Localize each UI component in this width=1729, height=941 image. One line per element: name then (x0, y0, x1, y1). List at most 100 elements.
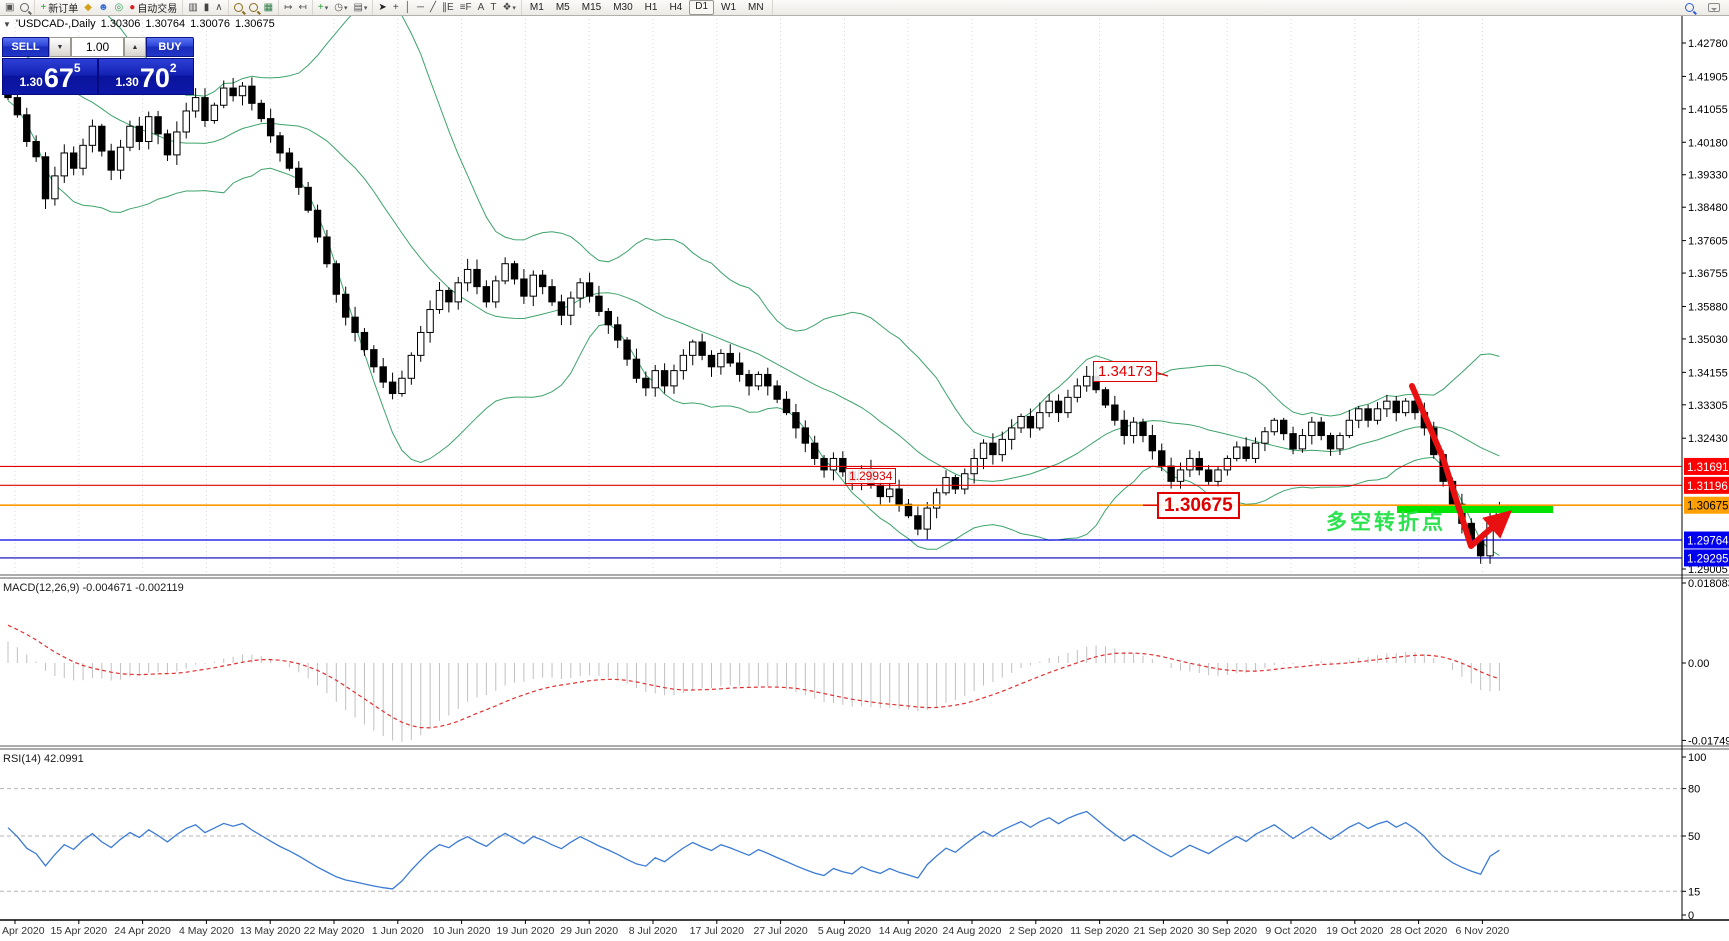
tab-timeframe-m5[interactable]: M5 (551, 1, 575, 14)
line-chart-icon[interactable]: ∧ (212, 1, 225, 14)
svg-text:1.40180: 1.40180 (1688, 137, 1728, 149)
label-icon[interactable]: T (487, 1, 499, 14)
buy-price-box[interactable]: 1.30 70 2 (98, 58, 194, 95)
chevron-down-icon[interactable]: ▼ (3, 20, 11, 29)
toolbar-group-chart-type: ▥ ▮ ∧ (183, 0, 229, 15)
svg-text:19 Jun 2020: 19 Jun 2020 (496, 925, 554, 937)
svg-text:1.39330: 1.39330 (1688, 170, 1728, 182)
tab-timeframe-mn[interactable]: MN (743, 1, 769, 14)
svg-text:22 May 2020: 22 May 2020 (304, 925, 365, 937)
sell-price-box[interactable]: 1.30 67 5 (2, 58, 98, 95)
svg-text:1.41055: 1.41055 (1688, 104, 1728, 116)
market-icon[interactable]: ◆ (81, 1, 95, 14)
tab-timeframe-h4[interactable]: H4 (664, 1, 687, 14)
volume-decrease-button[interactable]: ▼ (49, 37, 71, 57)
buy-price-big: 70 (139, 63, 170, 93)
channel-icon[interactable]: ∥E (439, 1, 457, 14)
svg-text:1.34155: 1.34155 (1688, 367, 1728, 379)
zoom-out-icon[interactable] (246, 1, 261, 14)
new-chart-icon[interactable]: ▣ (2, 1, 17, 14)
svg-text:1.41905: 1.41905 (1688, 71, 1728, 83)
svg-text:30 Sep 2020: 30 Sep 2020 (1197, 925, 1257, 937)
signal-icon[interactable]: ◎ (112, 1, 127, 14)
quote-header: ▼ 'USDCAD-,Daily 1.30306 1.30764 1.30076… (3, 18, 275, 30)
one-click-trade-panel: SELL ▼ 1.00 ▲ BUY 1.30 67 5 1.30 70 2 (2, 37, 194, 95)
svg-text:24 Aug 2020: 24 Aug 2020 (943, 925, 1002, 937)
candlestick-chart-icon[interactable]: ▮ (201, 1, 213, 14)
auto-scroll-icon[interactable]: ↦ (281, 1, 295, 14)
svg-text:24 Apr 2020: 24 Apr 2020 (114, 925, 171, 937)
symbol-title: 'USDCAD-,Daily (15, 18, 96, 30)
profile-icon[interactable]: ☻ (95, 1, 112, 14)
svg-text:1.29764: 1.29764 (1687, 536, 1729, 548)
annotation-pivot-price: 1.30675 (1157, 492, 1240, 519)
cursor-icon[interactable]: ➤ (375, 1, 389, 14)
svg-text:19 Oct 2020: 19 Oct 2020 (1326, 925, 1383, 937)
svg-text:10 Jun 2020: 10 Jun 2020 (433, 925, 491, 937)
quote-open: 1.30306 (100, 18, 141, 30)
fibonacci-icon[interactable]: ≡F (457, 1, 475, 14)
svg-text:5 Aug 2020: 5 Aug 2020 (818, 925, 871, 937)
svg-text:Apr 2020: Apr 2020 (2, 925, 45, 937)
bar-chart-icon[interactable]: ▥ (185, 1, 200, 14)
tab-timeframe-h1[interactable]: H1 (640, 1, 663, 14)
volume-input[interactable]: 1.00 (71, 37, 124, 57)
tab-timeframe-m15[interactable]: M15 (577, 1, 606, 14)
buy-price-small: 1.30 (115, 75, 139, 89)
svg-text:14 Aug 2020: 14 Aug 2020 (879, 925, 938, 937)
auto-trading-button[interactable]: ● 自动交易 (126, 1, 180, 16)
tile-windows-icon[interactable]: ▦ (261, 1, 276, 14)
volume-increase-button[interactable]: ▲ (124, 37, 146, 57)
horizontal-line-icon[interactable]: ─ (414, 1, 427, 14)
svg-text:1.42780: 1.42780 (1688, 38, 1728, 50)
svg-text:1.31691: 1.31691 (1687, 462, 1729, 474)
indicators-icon[interactable]: + ▾ (315, 1, 331, 14)
macd-label: MACD(12,26,9) -0.004671 -0.002119 (3, 582, 184, 594)
svg-text:80: 80 (1688, 784, 1700, 796)
trendline-icon[interactable]: ╱ (427, 1, 439, 14)
sell-price-sup: 5 (73, 61, 81, 75)
sell-button[interactable]: SELL (2, 37, 49, 57)
tab-timeframe-m1[interactable]: M1 (525, 1, 549, 14)
annotation-high-price: 1.34173 (1093, 361, 1158, 382)
svg-text:8 Jul 2020: 8 Jul 2020 (629, 925, 678, 937)
search-icon[interactable] (1682, 1, 1697, 14)
tab-timeframe-m30[interactable]: M30 (608, 1, 637, 14)
svg-text:9 Oct 2020: 9 Oct 2020 (1265, 925, 1317, 937)
vertical-line-icon[interactable]: │ (402, 1, 414, 14)
text-icon[interactable]: A (475, 1, 488, 14)
chart-preview-icon[interactable] (17, 1, 32, 14)
svg-text:1.35880: 1.35880 (1688, 301, 1728, 313)
chart-shift-icon[interactable]: ↤ (295, 1, 309, 14)
svg-text:11 Sep 2020: 11 Sep 2020 (1070, 925, 1129, 937)
zoom-in-icon[interactable] (231, 1, 246, 14)
svg-text:29 Jun 2020: 29 Jun 2020 (560, 925, 618, 937)
new-order-button[interactable]: + 新订单 (37, 1, 81, 16)
templates-icon[interactable]: ▤ ▾ (350, 1, 370, 14)
shapes-icon[interactable]: ❖ ▾ (499, 1, 518, 14)
svg-text:13 May 2020: 13 May 2020 (240, 925, 301, 937)
svg-text:1.31196: 1.31196 (1687, 481, 1728, 493)
svg-text:17 Jul 2020: 17 Jul 2020 (690, 925, 744, 937)
buy-button[interactable]: BUY (146, 37, 194, 57)
toolbar-group-zoom: ▦ (229, 0, 280, 15)
sell-price-big: 67 (43, 63, 74, 93)
svg-text:6 Nov 2020: 6 Nov 2020 (1456, 925, 1510, 937)
chat-icon[interactable] (1705, 1, 1723, 14)
main-toolbar: ▣ + 新订单 ◆ ☻ ◎ ● 自动交易 ▥ ▮ ∧ ▦ ↦ ↤ + ▾ ◷ ▾ ▤ ▾ ➤ + │ ─ ╱ ∥E ≡F A T ❖ ▾ M1… (0, 0, 1729, 16)
tab-timeframe-w1[interactable]: W1 (716, 1, 741, 14)
svg-text:1.38480: 1.38480 (1688, 202, 1728, 214)
toolbar-group-chart-basic: ▣ (0, 0, 36, 15)
periods-icon[interactable]: ◷ ▾ (331, 1, 350, 14)
crosshair-icon[interactable]: + (390, 1, 402, 14)
svg-text:1.33305: 1.33305 (1688, 400, 1728, 412)
svg-text:0.00: 0.00 (1688, 658, 1709, 670)
svg-text:100: 100 (1688, 752, 1706, 764)
toolbar-group-scroll: ↦ ↤ (279, 0, 313, 15)
quote-high: 1.30764 (145, 18, 186, 30)
rsi-label: RSI(14) 42.0991 (3, 753, 84, 765)
quote-close: 1.30675 (234, 18, 275, 30)
tab-timeframe-d1[interactable]: D1 (689, 0, 715, 15)
svg-text:1.32430: 1.32430 (1688, 433, 1728, 445)
toolbar-group-insert: + ▾ ◷ ▾ ▤ ▾ (313, 0, 374, 15)
